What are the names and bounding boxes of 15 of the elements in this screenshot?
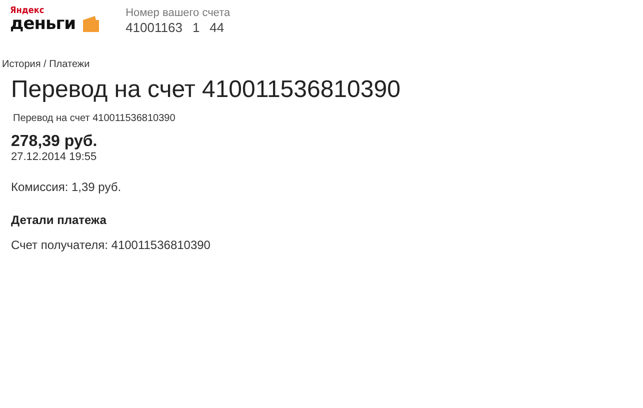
account-label: Номер вашего счета: [126, 7, 230, 19]
account-number: 1: [192, 20, 200, 35]
payment-amount: 278,39 руб.: [11, 133, 98, 151]
logo-product: деньги: [10, 16, 76, 33]
wallet-icon: [82, 15, 100, 33]
details-heading: Детали платежа: [11, 213, 108, 227]
commission: Комиссия: 1,39 руб.: [11, 180, 122, 194]
account-number: 41001163: [126, 20, 182, 35]
account-number: 44: [210, 20, 224, 35]
logo-brand: Яндекс: [10, 7, 46, 16]
payment-description: Перевод на счет 410011536810390: [13, 113, 176, 124]
payment-date: 27.12.2014 19:55: [11, 151, 98, 163]
breadcrumb: История / Платежи: [2, 59, 91, 70]
page-title: Перевод на счет 410011536810390: [11, 76, 402, 104]
recipient-account: Счет получателя: 410011536810390: [11, 238, 212, 252]
